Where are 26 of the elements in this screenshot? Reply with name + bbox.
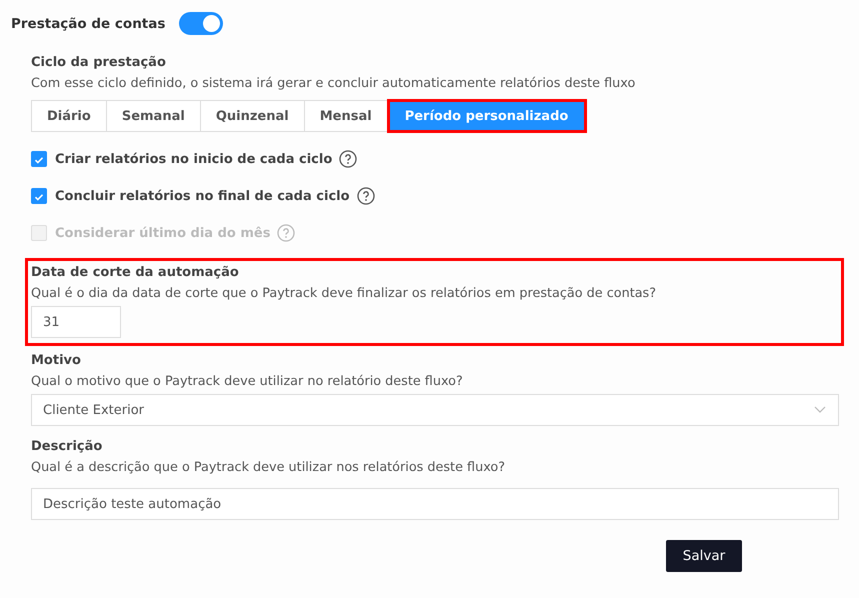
option-label: Criar relatórios no inicio de cada ciclo bbox=[55, 152, 332, 166]
field-description: Com esse ciclo definido, o sistema irá gerar e concluir automaticamente relatórios deste fluxo bbox=[31, 75, 636, 93]
option-label: Concluir relatórios no final de cada ciclo bbox=[55, 188, 350, 204]
checkbox[interactable] bbox=[31, 188, 47, 204]
field-label: Data de corte da automação bbox=[31, 264, 240, 282]
field-question: Qual é o dia da data de corte que o Paytrack deve finalizar os relatórios em prestação de contas? bbox=[31, 285, 658, 303]
save-button[interactable]: Salvar bbox=[666, 540, 742, 572]
chevron-down-icon bbox=[814, 406, 826, 414]
field-question: Qual é a descrição que o Paytrack deve utilizar nos relatórios deste fluxo? bbox=[31, 459, 506, 477]
select-field[interactable]: Cliente Exterior bbox=[31, 394, 839, 426]
tab[interactable]: Semanal bbox=[106, 100, 201, 132]
field-label: Descrição bbox=[31, 438, 104, 456]
tab[interactable]: Quinzenal bbox=[200, 100, 305, 132]
section-title: Prestação de contas bbox=[11, 16, 166, 32]
tab[interactable]: Diário bbox=[31, 100, 107, 132]
help-icon[interactable] bbox=[339, 150, 358, 168]
tab[interactable]: Mensal bbox=[304, 100, 388, 132]
checkbox[interactable] bbox=[31, 151, 47, 167]
field-question: Qual o motivo que o Paytrack deve utilizar no relatório deste fluxo? bbox=[31, 373, 464, 391]
input-field[interactable]: Descrição teste automação bbox=[31, 488, 839, 520]
field-label: Ciclo da prestação bbox=[31, 54, 167, 72]
input-field[interactable]: 31 bbox=[31, 306, 121, 338]
help-icon[interactable] bbox=[356, 187, 375, 205]
option-label: Considerar último dia do mês bbox=[55, 226, 270, 240]
toggle-switch[interactable] bbox=[179, 12, 224, 35]
field-label: Motivo bbox=[31, 352, 82, 370]
